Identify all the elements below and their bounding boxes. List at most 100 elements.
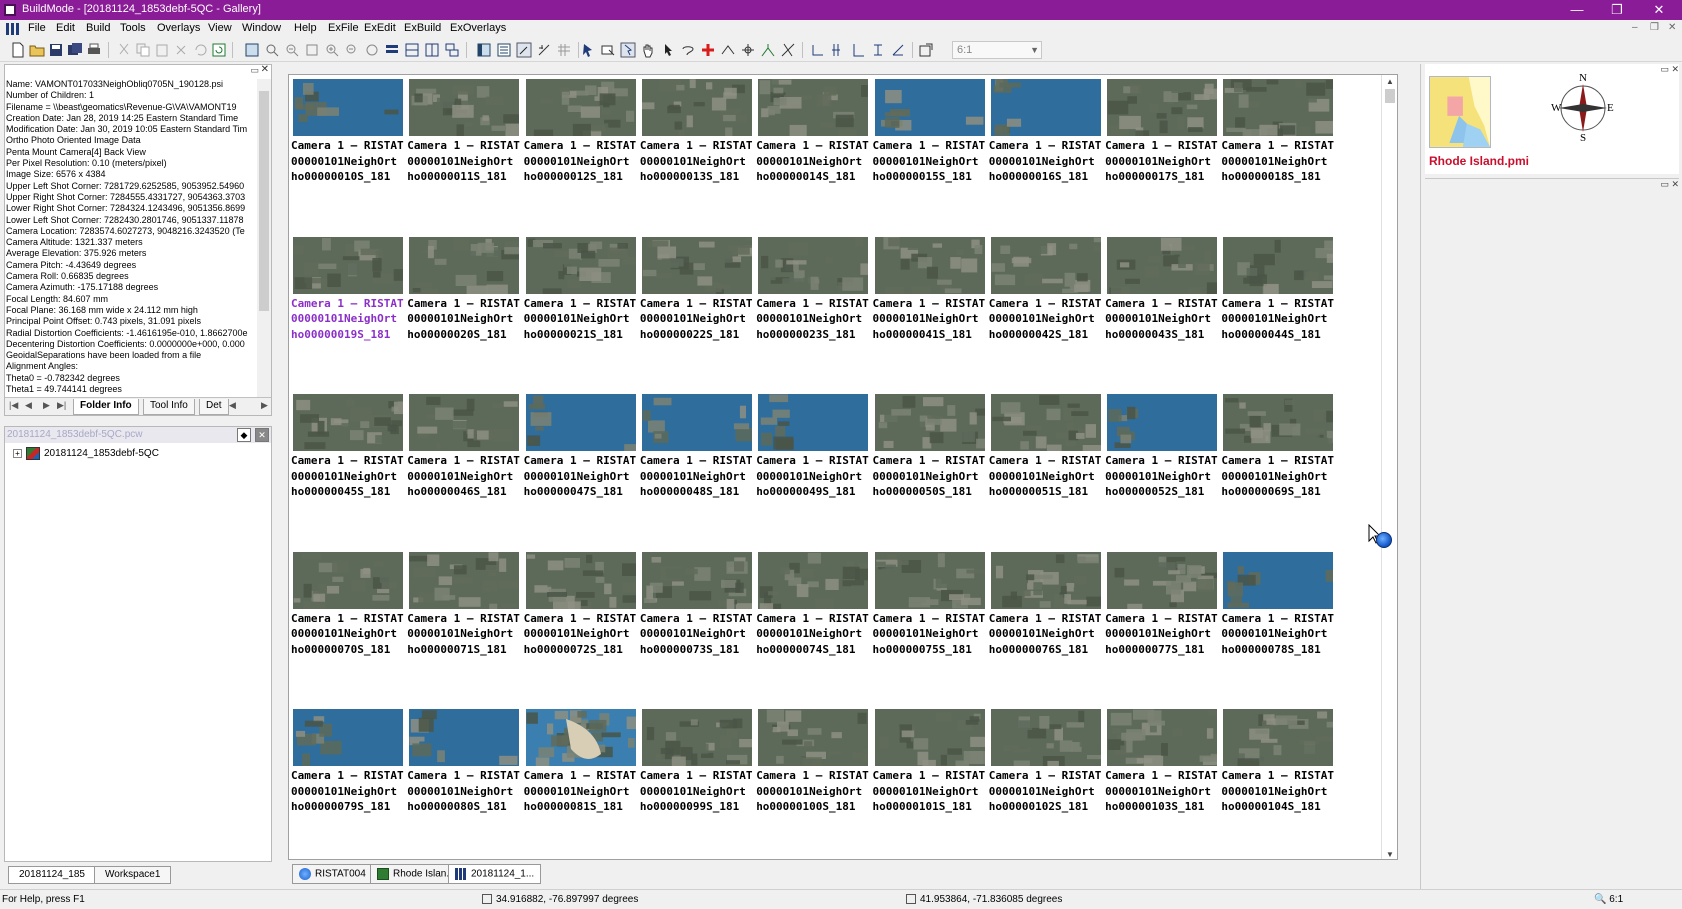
tab-project[interactable]: 20181124_185: [8, 866, 96, 884]
aerial-photo-thumbnail[interactable]: [1107, 551, 1218, 609]
rhode-island-map[interactable]: [1429, 76, 1491, 148]
gallery-thumbnail[interactable]: Camera 1 — RISTAT 00000101NeighOrt ho00000…: [407, 392, 521, 542]
aerial-photo-thumbnail[interactable]: [641, 709, 752, 766]
menu-file[interactable]: File: [28, 22, 46, 34]
scroll-down-icon[interactable]: ▼: [1386, 850, 1394, 859]
menu-overlays[interactable]: Overlays: [157, 22, 200, 34]
panel-controls-icon[interactable]: ▭ ✕: [1660, 64, 1679, 75]
layers-icon[interactable]: [384, 42, 400, 58]
gallery-thumbnail[interactable]: Camera 1 — RISTAT 00000101NeighOrt ho00000…: [640, 707, 754, 857]
aerial-photo-thumbnail[interactable]: [1107, 709, 1218, 766]
scroll-up-icon[interactable]: ▲: [1386, 77, 1394, 86]
panel-toggle-icon[interactable]: [476, 42, 492, 58]
aerial-photo-thumbnail[interactable]: [758, 551, 869, 609]
cut-icon[interactable]: [116, 42, 132, 58]
gallery-thumbnail[interactable]: Camera 1 — RISTAT 00000101NeighOrt ho00000…: [1221, 707, 1335, 857]
gallery-thumbnail[interactable]: Camera 1 — RISTAT 00000101NeighOrt ho00000…: [291, 235, 405, 385]
aerial-photo-thumbnail[interactable]: [758, 79, 869, 136]
gallery-thumbnail[interactable]: Camera 1 — RISTAT 00000101NeighOrt ho00000…: [407, 550, 521, 700]
aerial-photo-thumbnail[interactable]: [990, 709, 1101, 766]
gallery-thumbnail[interactable]: Camera 1 — RISTAT 00000101NeighOrt ho00000…: [756, 392, 870, 542]
aerial-photo-thumbnail[interactable]: [409, 79, 520, 136]
add-point-icon[interactable]: [700, 42, 716, 58]
aerial-photo-thumbnail[interactable]: [409, 394, 520, 451]
zoom-icon[interactable]: [264, 42, 280, 58]
gallery-thumbnail[interactable]: Camera 1 — RISTAT 00000101NeighOrt ho00000…: [1105, 707, 1219, 857]
gallery-thumbnail[interactable]: Camera 1 — RISTAT 00000101NeighOrt ho00000…: [989, 392, 1103, 542]
gallery-thumbnail[interactable]: Camera 1 — RISTAT 00000101NeighOrt ho00000…: [756, 707, 870, 857]
dimension-icon[interactable]: [810, 42, 826, 58]
expand-icon[interactable]: +: [13, 449, 22, 458]
tile-vertical-icon[interactable]: [424, 42, 440, 58]
map-label[interactable]: Rhode Island.pmi: [1429, 154, 1529, 168]
save-all-icon[interactable]: [67, 42, 83, 58]
tree-root-item[interactable]: +20181124_1853debf-5QC: [13, 447, 159, 460]
copy-icon[interactable]: [135, 42, 151, 58]
gallery-thumbnail[interactable]: Camera 1 — RISTAT 00000101NeighOrt ho00000…: [989, 707, 1103, 857]
aerial-photo-thumbnail[interactable]: [409, 709, 520, 766]
info-panel-icon[interactable]: [496, 42, 512, 58]
gallery-thumbnail[interactable]: Camera 1 — RISTAT 00000101NeighOrt ho00000…: [1221, 235, 1335, 385]
tab-folder-info[interactable]: Folder Info: [73, 399, 139, 415]
aerial-photo-thumbnail[interactable]: [1223, 551, 1334, 609]
gallery-thumbnail[interactable]: Camera 1 — RISTAT 00000101NeighOrt ho00000…: [1105, 235, 1219, 385]
gallery-thumbnail[interactable]: Camera 1 — RISTAT 00000101NeighOrt ho00000…: [291, 550, 405, 700]
lasso-icon[interactable]: [680, 42, 696, 58]
split-line-icon[interactable]: [760, 42, 776, 58]
gallery-thumbnail[interactable]: Camera 1 — RISTAT 00000101NeighOrt ho00000…: [873, 707, 987, 857]
info-scrollbar[interactable]: [257, 79, 271, 397]
menu-build[interactable]: Build: [86, 22, 110, 34]
vertex-tool-icon[interactable]: [720, 42, 736, 58]
gallery-thumbnail[interactable]: Camera 1 — RISTAT 00000101NeighOrt ho00000…: [1221, 392, 1335, 542]
close-panel-icon[interactable]: ✕: [261, 64, 269, 75]
aerial-photo-thumbnail[interactable]: [641, 79, 752, 136]
zoom-in-icon[interactable]: [324, 42, 340, 58]
gallery-thumbnail[interactable]: Camera 1 — RISTAT 00000101NeighOrt ho00000…: [407, 707, 521, 857]
gallery-thumbnail[interactable]: Camera 1 — RISTAT 00000101NeighOrt ho00000…: [291, 707, 405, 857]
grid-view-icon[interactable]: [556, 42, 572, 58]
paste-icon[interactable]: [154, 42, 170, 58]
pick-tool-icon[interactable]: [620, 42, 636, 58]
aerial-photo-thumbnail[interactable]: [293, 551, 403, 609]
aerial-photo-thumbnail[interactable]: [641, 551, 752, 609]
pointer-icon[interactable]: [660, 42, 676, 58]
aerial-photo-thumbnail[interactable]: [525, 236, 636, 294]
title-bar[interactable]: BuildMode - [20181124_1853debf-5QC - Gal…: [0, 0, 1682, 20]
gallery-view[interactable]: Camera 1 — RISTAT 00000101NeighOrt ho00000…: [288, 74, 1398, 860]
aerial-photo-thumbnail[interactable]: [874, 394, 985, 451]
gallery-thumbnail[interactable]: Camera 1 — RISTAT 00000101NeighOrt ho00000…: [873, 77, 987, 227]
gallery-thumbnail[interactable]: Camera 1 — RISTAT 00000101NeighOrt ho00000…: [756, 77, 870, 227]
scroll-left-icon[interactable]: ◀: [229, 400, 236, 411]
aerial-photo-thumbnail[interactable]: [1223, 79, 1334, 136]
new-file-icon[interactable]: [10, 42, 26, 58]
aerial-photo-thumbnail[interactable]: [525, 709, 636, 766]
aerial-photo-thumbnail[interactable]: [525, 394, 636, 451]
scroll-thumb[interactable]: [259, 91, 269, 311]
fit-view-icon[interactable]: [244, 42, 260, 58]
delete-icon[interactable]: [173, 42, 189, 58]
gallery-thumbnail[interactable]: Camera 1 — RISTAT 00000101NeighOrt ho00000…: [873, 392, 987, 542]
gallery-thumbnail[interactable]: Camera 1 — RISTAT 00000101NeighOrt ho00000…: [873, 550, 987, 700]
next-tab-icon[interactable]: ▶: [43, 400, 50, 411]
diamond-icon[interactable]: ◆: [237, 428, 251, 442]
prev-tab-icon[interactable]: ◀: [25, 400, 32, 411]
height-icon[interactable]: [830, 42, 846, 58]
tab-details[interactable]: Det: [199, 399, 229, 415]
tab-gallery[interactable]: 20181124_1...: [448, 864, 542, 884]
refresh-icon[interactable]: [211, 42, 227, 58]
world-icon[interactable]: [364, 42, 380, 58]
scroll-right-icon[interactable]: ▶: [261, 400, 268, 411]
panel-controls-icon[interactable]: ▭ ✕: [1660, 179, 1679, 190]
gallery-thumbnail[interactable]: Camera 1 — RISTAT 00000101NeighOrt ho00000…: [1105, 550, 1219, 700]
gallery-thumbnail[interactable]: Camera 1 — RISTAT 00000101NeighOrt ho00000…: [640, 392, 754, 542]
gallery-thumbnail[interactable]: Camera 1 — RISTAT 00000101NeighOrt ho00000…: [989, 77, 1103, 227]
aerial-photo-thumbnail[interactable]: [293, 79, 403, 136]
select-tool-icon[interactable]: [580, 42, 596, 58]
menu-window[interactable]: Window: [242, 22, 281, 34]
aerial-photo-thumbnail[interactable]: [874, 551, 985, 609]
gallery-thumbnail[interactable]: Camera 1 — RISTAT 00000101NeighOrt ho00000…: [756, 550, 870, 700]
aerial-photo-thumbnail[interactable]: [990, 236, 1101, 294]
menu-edit[interactable]: Edit: [56, 22, 75, 34]
pan-hand-icon[interactable]: [640, 42, 656, 58]
close-tree-icon[interactable]: ✕: [255, 428, 269, 442]
